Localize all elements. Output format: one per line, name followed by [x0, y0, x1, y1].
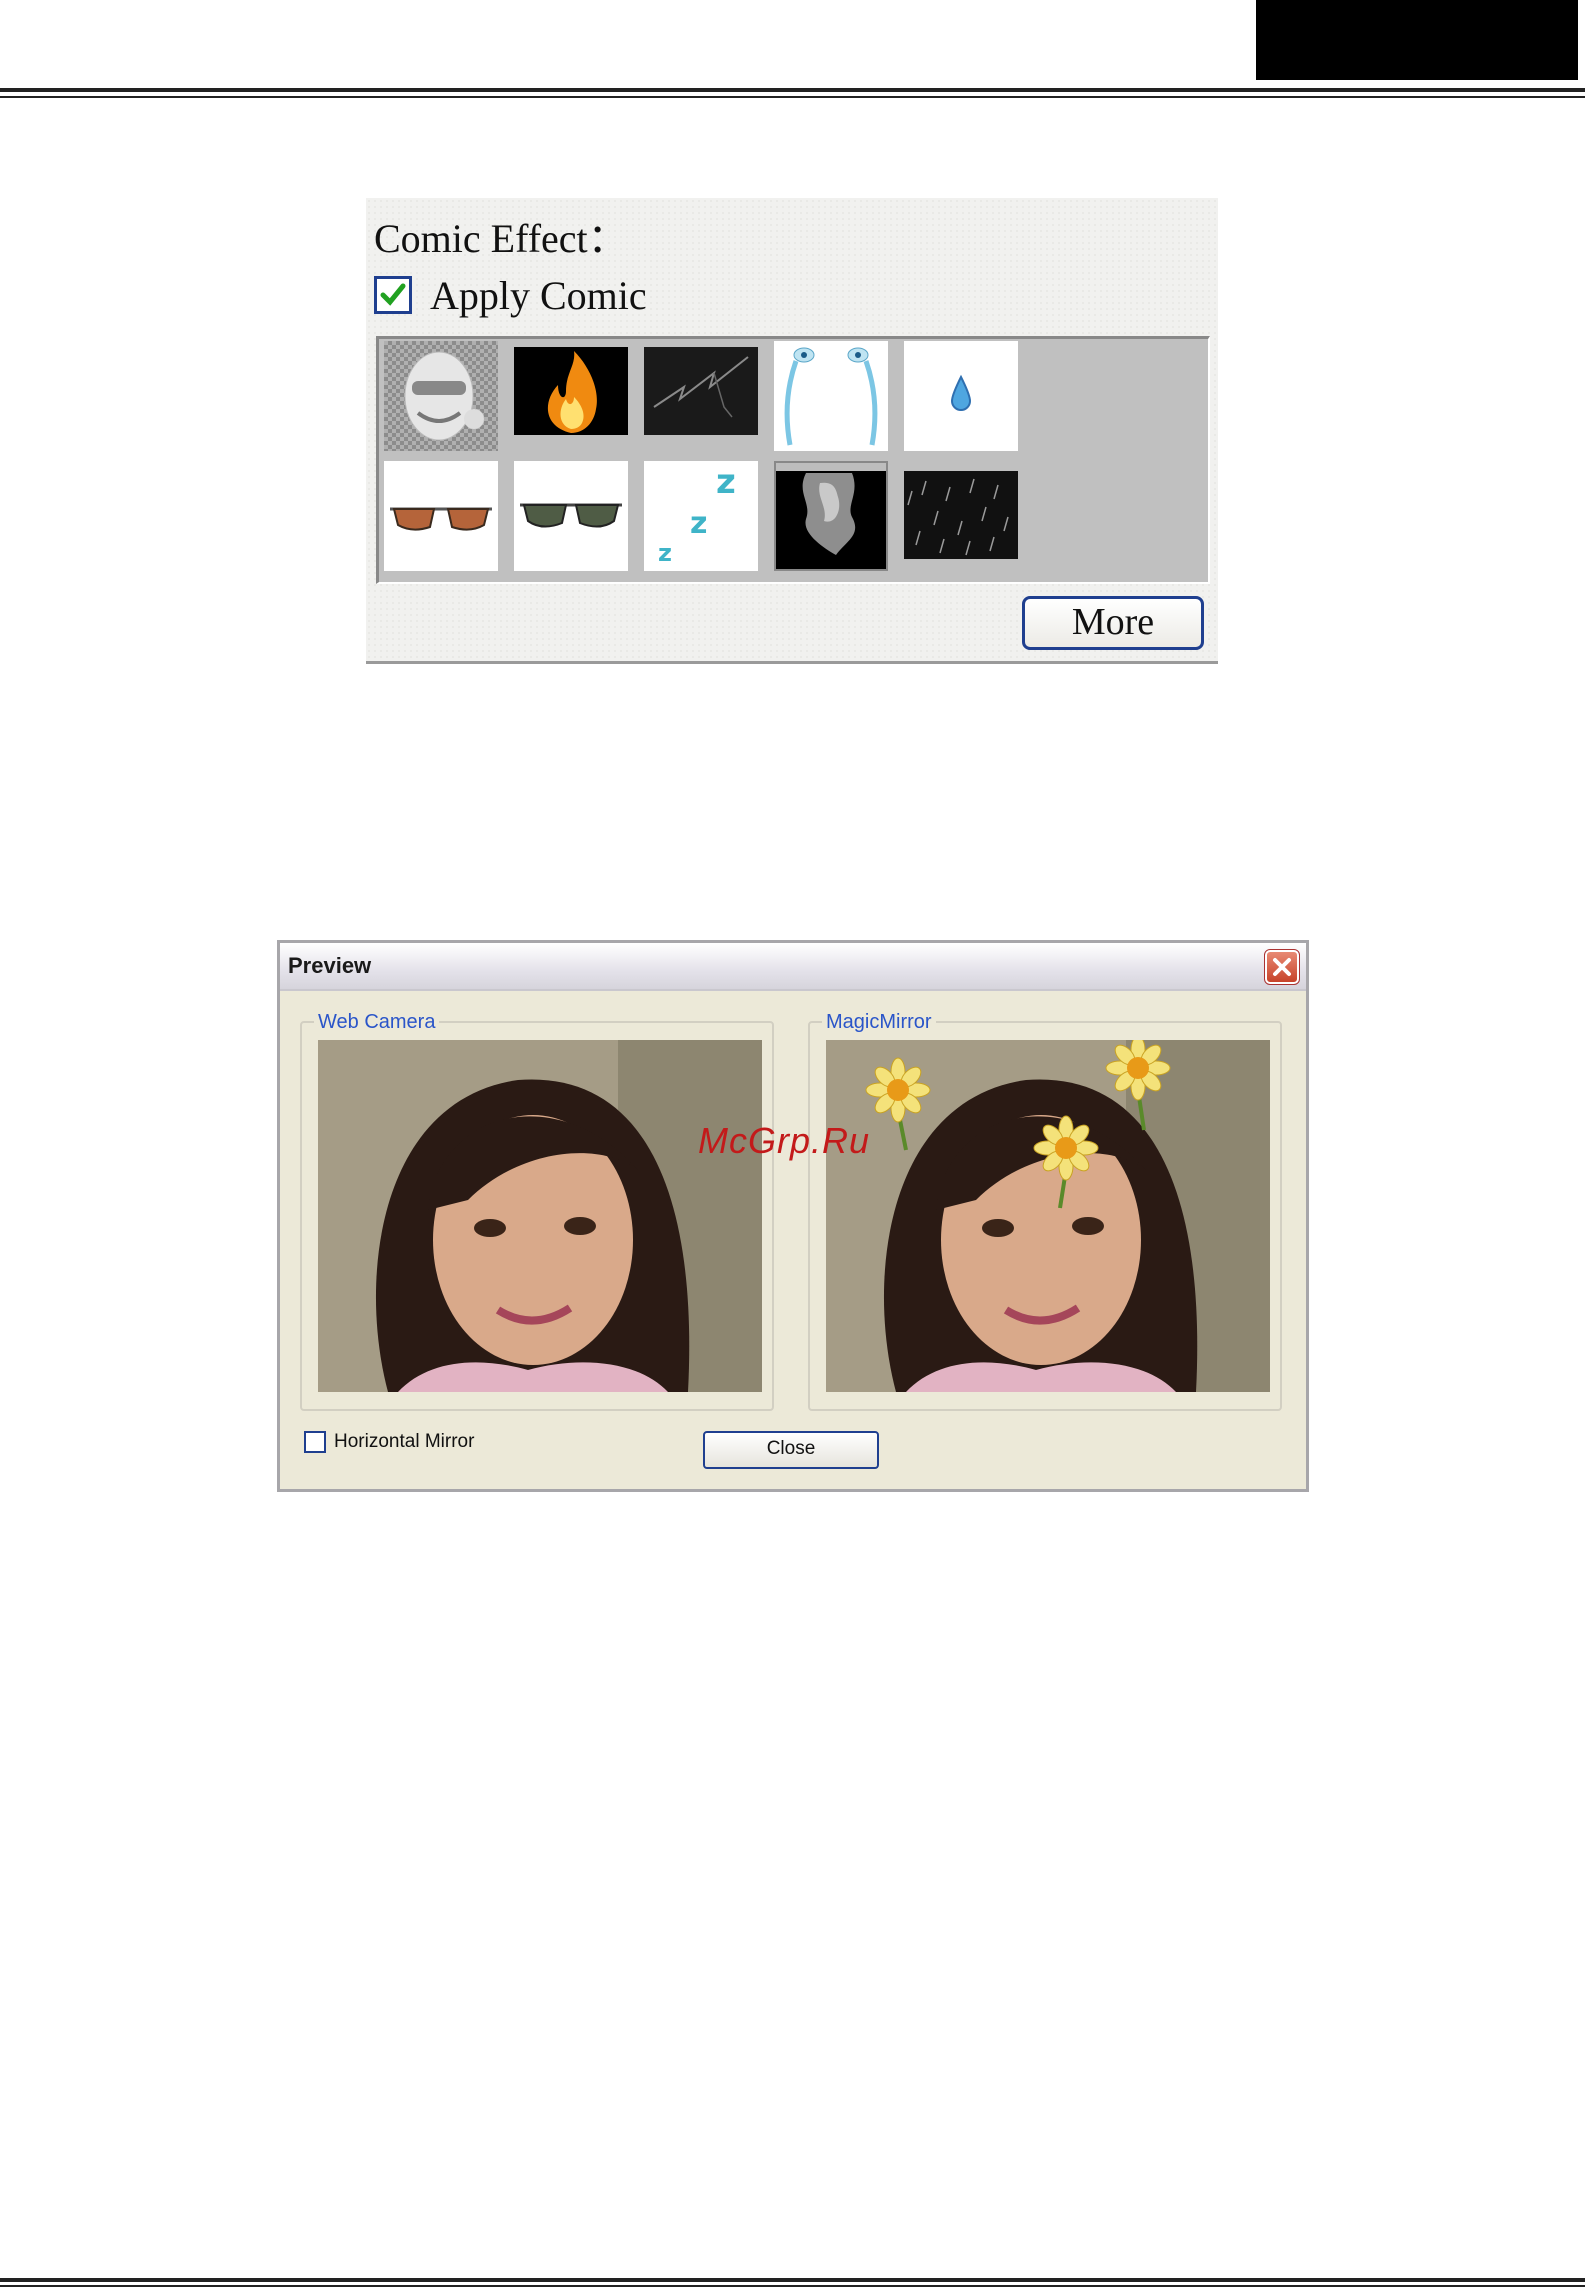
drop-thumbnail[interactable]	[904, 341, 1018, 451]
magic-mirror-label: MagicMirror	[822, 1011, 936, 1034]
horizontal-mirror-label[interactable]: Horizontal Mirror	[334, 1431, 474, 1453]
horizontal-mirror-checkbox[interactable]	[304, 1431, 326, 1453]
web-camera-image	[318, 1040, 762, 1392]
mask-thumbnail[interactable]	[384, 341, 498, 451]
footer-rule	[0, 2278, 1585, 2282]
apply-comic-checkbox[interactable]	[374, 276, 412, 314]
preview-dialog: Preview Web Camera MagicMirror Horizonta…	[277, 940, 1309, 1492]
more-button[interactable]: More	[1022, 596, 1204, 650]
checkmark-icon	[380, 283, 406, 306]
dialog-title: Preview	[288, 953, 372, 978]
web-camera-label: Web Camera	[314, 1011, 440, 1034]
close-button[interactable]: Close	[703, 1431, 879, 1469]
green-sunglasses-thumbnail[interactable]	[514, 461, 628, 571]
header-rule	[0, 88, 1585, 92]
svg-text:z: z	[716, 462, 736, 502]
svg-text:z: z	[690, 506, 707, 541]
zzz-thumbnail[interactable]: z z z	[644, 461, 758, 571]
svg-text:z: z	[658, 539, 672, 567]
dialog-title-bar[interactable]: Preview	[280, 943, 1306, 991]
header-rule-thin	[0, 96, 1585, 98]
comic-effect-title: Comic Effect：	[374, 216, 628, 261]
header-black-tab	[1256, 0, 1578, 80]
apply-comic-label[interactable]: Apply Comic	[430, 272, 647, 319]
magic-mirror-image	[826, 1040, 1270, 1392]
lightning-thumbnail[interactable]	[644, 347, 758, 435]
tears-thumbnail[interactable]	[774, 341, 888, 451]
close-icon[interactable]	[1264, 949, 1300, 985]
fire-thumbnail[interactable]	[514, 347, 628, 435]
comic-thumbnail-grid: z z z	[376, 336, 1210, 584]
smoke-thumbnail[interactable]	[774, 461, 888, 571]
rain-thumbnail[interactable]	[904, 471, 1018, 559]
comic-effect-panel: Comic Effect： Apply Comic z z z More	[366, 198, 1218, 664]
watermark: McGrp.Ru	[698, 1120, 871, 1161]
brown-sunglasses-thumbnail[interactable]	[384, 461, 498, 571]
